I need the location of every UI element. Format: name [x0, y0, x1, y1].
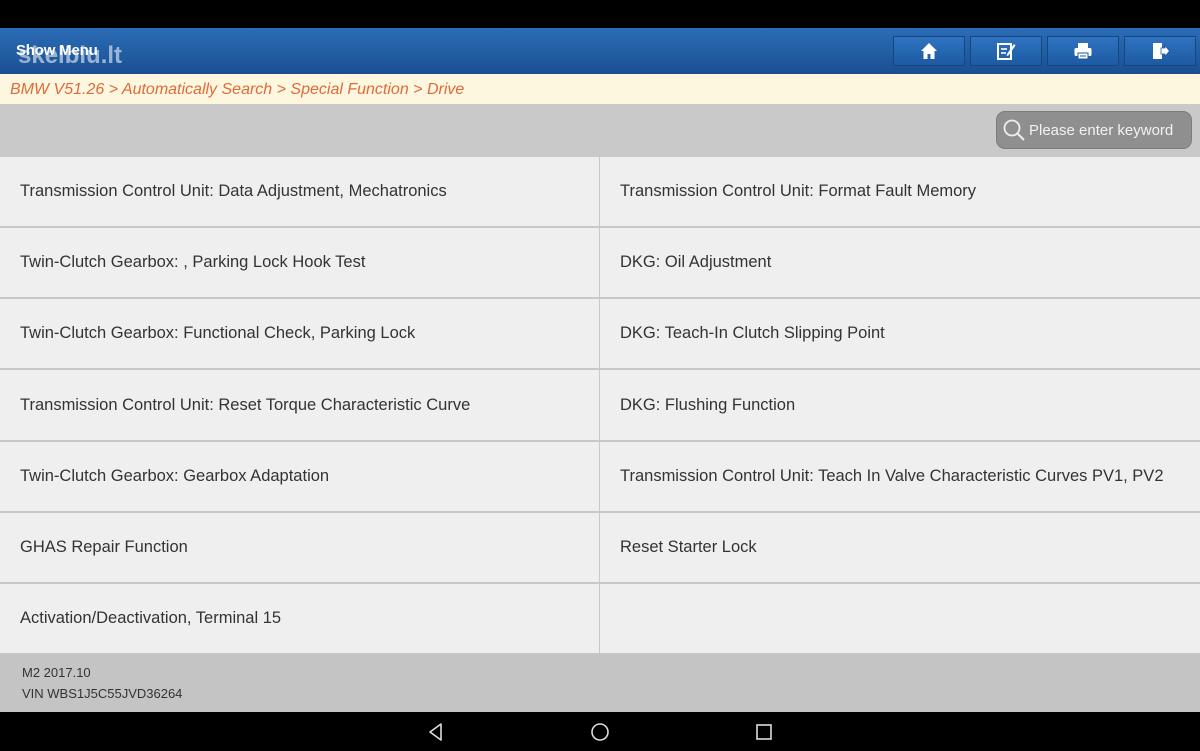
function-item[interactable]: Transmission Control Unit: Format Fault …	[600, 157, 1200, 226]
function-item[interactable]: Reset Starter Lock	[600, 513, 1200, 582]
function-item[interactable]: Twin-Clutch Gearbox: , Parking Lock Hook…	[0, 228, 599, 297]
function-item[interactable]: DKG: Teach-In Clutch Slipping Point	[600, 299, 1200, 368]
android-nav-bar	[0, 712, 1200, 751]
function-item[interactable]: Twin-Clutch Gearbox: Gearbox Adaptation	[0, 442, 599, 511]
print-icon	[1074, 43, 1092, 60]
function-item[interactable]: Activation/Deactivation, Terminal 15	[0, 584, 599, 653]
edit-report-button[interactable]	[970, 36, 1042, 66]
function-item[interactable]: DKG: Oil Adjustment	[600, 228, 1200, 297]
vehicle-info-footer: M2 2017.10 VIN WBS1J5C55JVD36264	[0, 654, 1200, 712]
home-circle-icon[interactable]	[588, 720, 612, 744]
screen: Show Menu skelbiu.lt BMW V51.26 > Automa…	[0, 0, 1200, 751]
breadcrumb: BMW V51.26 > Automatically Search > Spec…	[0, 74, 1200, 104]
vehicle-vin: VIN WBS1J5C55JVD36264	[22, 686, 183, 701]
app-header: Show Menu skelbiu.lt	[0, 28, 1200, 74]
function-list: Transmission Control Unit: Data Adjustme…	[0, 156, 1200, 654]
edit-icon	[997, 43, 1016, 60]
empty-cell	[600, 584, 1200, 653]
search-bar	[0, 104, 1200, 156]
exit-icon	[1153, 43, 1170, 59]
function-item[interactable]: Transmission Control Unit: Reset Torque …	[0, 370, 599, 440]
breadcrumb-path: BMW V51.26 > Automatically Search > Spec…	[10, 81, 465, 98]
search-input[interactable]	[1029, 112, 1189, 148]
exit-button[interactable]	[1124, 36, 1196, 66]
search-icon	[1003, 119, 1025, 141]
show-menu-button[interactable]: Show Menu	[16, 42, 98, 59]
function-item[interactable]: Transmission Control Unit: Teach In Valv…	[600, 442, 1200, 511]
function-item[interactable]: GHAS Repair Function	[0, 513, 599, 582]
toolbar	[893, 36, 1196, 70]
status-bar	[0, 0, 1200, 28]
search-box[interactable]	[996, 111, 1192, 149]
print-button[interactable]	[1047, 36, 1119, 66]
function-item[interactable]: Twin-Clutch Gearbox: Functional Check, P…	[0, 299, 599, 368]
recent-apps-icon[interactable]	[752, 720, 776, 744]
function-item[interactable]: DKG: Flushing Function	[600, 370, 1200, 440]
home-button[interactable]	[893, 36, 965, 66]
vehicle-model: M2 2017.10	[22, 665, 91, 680]
back-icon[interactable]	[424, 720, 448, 744]
home-icon	[921, 43, 937, 59]
function-item[interactable]: Transmission Control Unit: Data Adjustme…	[0, 157, 599, 226]
